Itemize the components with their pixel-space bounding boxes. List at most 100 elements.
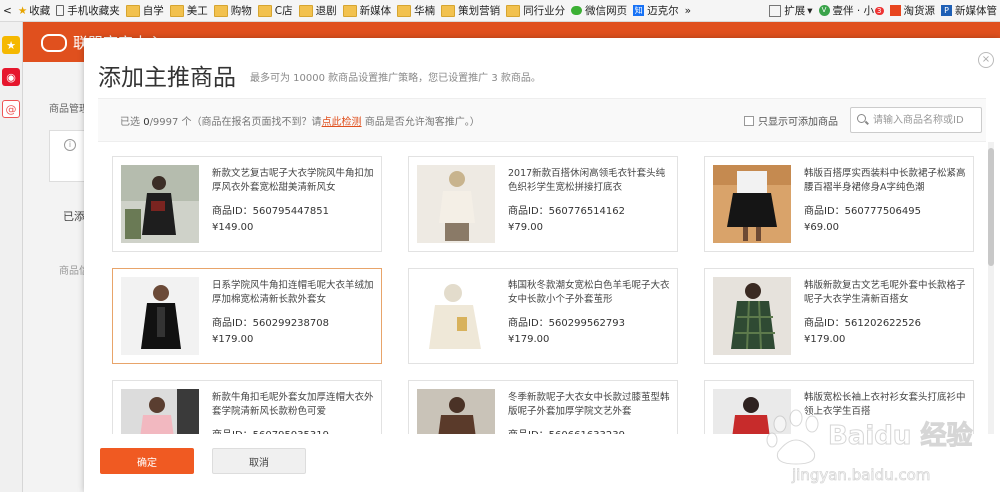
product-title: 韩国秋冬款潮女宽松白色羊毛呢子大衣女中长款小个子外套茧形: [508, 280, 670, 305]
extension-button[interactable]: 扩展 ▾: [766, 0, 815, 21]
product-list: 新款文艺复古呢子大衣学院风牛角扣加厚风衣外套宽松甜美清新风女 商品ID：5607…: [98, 142, 986, 434]
bookmark-folder-zixue[interactable]: 自学: [123, 0, 167, 21]
scrollbar-thumb[interactable]: [988, 148, 994, 266]
product-card[interactable]: 新款牛角扣毛呢外套女加厚连帽大衣外套学院清新风长款粉色可爱 商品ID：56079…: [112, 380, 382, 434]
bookmark-folder-xinmeiti[interactable]: 新媒体: [340, 0, 395, 21]
search-input[interactable]: [871, 111, 979, 129]
folder-icon: [506, 4, 521, 17]
weibo-icon[interactable]: ◉: [2, 68, 20, 86]
product-price: ¥179.00: [804, 334, 846, 345]
folder-icon: [213, 4, 228, 17]
product-card[interactable]: 韩版宽松长袖上衣衬衫女套头打底衫中领上衣学生百搭: [704, 380, 974, 434]
close-button[interactable]: ×: [978, 52, 994, 68]
back-button[interactable]: <: [0, 0, 15, 21]
product-card[interactable]: 韩版新款复古文艺毛呢外套中长款格子呢子大衣学生清新百搭女 商品ID：561202…: [704, 268, 974, 364]
page-nav-label: 商品管理: [49, 104, 89, 115]
product-card[interactable]: 冬季新款呢子大衣女中长款过膝茧型韩版呢子外套加厚学院文艺外套 商品ID：5606…: [408, 380, 678, 434]
logo-ring-icon: [41, 33, 67, 52]
zhihu-icon: 知: [633, 5, 645, 16]
bookmark-folder-gouwu[interactable]: 购物: [211, 0, 255, 21]
product-title: 日系学院风牛角扣连帽毛呢大衣羊绒加厚加棉宽松清新长款外套女: [212, 280, 374, 305]
folder-icon: [298, 4, 313, 17]
product-title: 新款牛角扣毛呢外套女加厚连帽大衣外套学院清新风长款粉色可爱: [212, 392, 374, 417]
bookmark-folder-tuiju[interactable]: 退剧: [296, 0, 340, 21]
bookmark-folder-tonghang[interactable]: 同行业分: [503, 0, 568, 21]
extension-bar: 扩展 ▾ V 壹伴 · 小3 淘货源 P 新媒体管: [760, 0, 1000, 21]
newmedia-extension[interactable]: P 新媒体管: [938, 0, 1000, 21]
product-id: 商品ID：560795935319: [212, 426, 329, 434]
product-image: [417, 277, 495, 355]
confirm-button[interactable]: 确定: [100, 448, 194, 474]
mail-at-icon[interactable]: @: [2, 100, 20, 118]
product-image: [417, 389, 495, 434]
product-title: 韩版新款复古文艺毛呢外套中长款格子呢子大衣学生清新百搭女: [804, 280, 966, 305]
product-image: [121, 277, 199, 355]
product-id: 商品ID：560777506495: [804, 206, 921, 217]
yiban-extension[interactable]: V 壹伴 · 小3: [816, 0, 887, 21]
bookmark-folder-cehua[interactable]: 策划营销: [438, 0, 503, 21]
product-title: 2017新款百搭休闲高领毛衣针套头纯色织衫学生宽松拼接打底衣: [508, 168, 666, 193]
product-image: [713, 389, 791, 434]
bookmark-folder-cdian[interactable]: C店: [255, 0, 296, 21]
page-subtab: 已添: [63, 210, 85, 223]
product-image: [713, 277, 791, 355]
product-price: ¥179.00: [212, 334, 254, 345]
folder-icon: [125, 4, 140, 17]
product-title: 冬季新款呢子大衣女中长款过膝茧型韩版呢子外套加厚学院文艺外套: [508, 392, 670, 417]
modal-title: 添加主推商品: [98, 65, 236, 91]
close-icon: ×: [981, 54, 991, 65]
yiban-icon: V: [818, 5, 830, 16]
mobile-icon: [56, 5, 65, 16]
product-id: 商品ID：561202622526: [804, 318, 921, 329]
filter-bar: 已选 0/9997 个（商品在报名页面找不到？请点此检测 商品是否允许淘客推广。…: [98, 98, 986, 142]
folder-icon: [342, 4, 357, 17]
browser-sidebar: ★ ◉ @: [0, 22, 23, 492]
folder-icon: [169, 4, 184, 17]
only-addable-toggle[interactable]: 只显示可添加商品: [744, 113, 838, 128]
product-id: 商品ID：560776514162: [508, 206, 625, 217]
product-image: [121, 165, 199, 243]
bookmark-mobile[interactable]: 手机收藏夹: [53, 0, 123, 21]
extension-icon: [769, 4, 782, 17]
taohuoyuan-icon: [889, 5, 901, 16]
selection-count: 已选 0/9997 个（商品在报名页面找不到？请点此检测 商品是否允许淘客推广。…: [120, 117, 480, 128]
product-image: [121, 389, 199, 434]
wechat-icon: [571, 6, 583, 15]
info-icon: i: [64, 139, 76, 151]
product-price: ¥149.00: [212, 222, 254, 233]
bookmark-folder-meigong[interactable]: 美工: [167, 0, 211, 21]
product-title: 韩版宽松长袖上衣衬衫女套头打底衫中领上衣学生百搭: [804, 392, 966, 417]
bookmark-wechat[interactable]: 微信网页: [568, 0, 630, 21]
newmedia-icon: P: [941, 5, 952, 16]
favorites-star-icon[interactable]: ★: [2, 36, 20, 54]
search-box: [850, 107, 982, 133]
product-card[interactable]: 2017新款百搭休闲高领毛衣针套头纯色织衫学生宽松拼接打底衣 商品ID：5607…: [408, 156, 678, 252]
folder-icon: [257, 4, 272, 17]
list-scrollbar[interactable]: [988, 142, 994, 434]
product-card[interactable]: 新款文艺复古呢子大衣学院风牛角扣加厚风衣外套宽松甜美清新风女 商品ID：5607…: [112, 156, 382, 252]
search-icon: [857, 114, 866, 123]
bookmark-favorites[interactable]: ★ 收藏: [15, 0, 53, 21]
notification-badge: 3: [875, 6, 884, 15]
star-icon: ★: [17, 4, 28, 17]
product-image: [417, 165, 495, 243]
product-card-selected[interactable]: 日系学院风牛角扣连帽毛呢大衣羊绒加厚加棉宽松清新长款外套女 商品ID：56029…: [112, 268, 382, 364]
product-id: 商品ID：560299238708: [212, 318, 329, 329]
bookmark-more[interactable]: »: [682, 0, 694, 21]
only-addable-checkbox[interactable]: [744, 115, 754, 126]
product-price: ¥179.00: [508, 334, 550, 345]
bookmark-zhihu[interactable]: 知迈克尔: [630, 0, 682, 21]
product-card[interactable]: 韩版百搭厚实西装料中长款裙子松紧高腰百褶半身裙修身A字纯色潮 商品ID：5607…: [704, 156, 974, 252]
product-title: 新款文艺复古呢子大衣学院风牛角扣加厚风衣外套宽松甜美清新风女: [212, 168, 374, 193]
folder-icon: [397, 4, 412, 17]
detect-link[interactable]: 点此检测: [322, 117, 362, 128]
folder-icon: [441, 4, 456, 17]
product-card[interactable]: 韩国秋冬款潮女宽松白色羊毛呢子大衣女中长款小个子外套茧形 商品ID：560299…: [408, 268, 678, 364]
product-price: ¥69.00: [804, 222, 839, 233]
bookmark-bar: < ★ 收藏 手机收藏夹 自学 美工 购物 C店 退剧 新媒体 华楠 策划营销 同…: [0, 0, 1000, 22]
product-image: [713, 165, 791, 243]
taohuoyuan-extension[interactable]: 淘货源: [887, 0, 939, 21]
product-id: 商品ID：560795447851: [212, 206, 329, 217]
bookmark-folder-huanan[interactable]: 华楠: [394, 0, 438, 21]
cancel-button[interactable]: 取消: [212, 448, 306, 474]
